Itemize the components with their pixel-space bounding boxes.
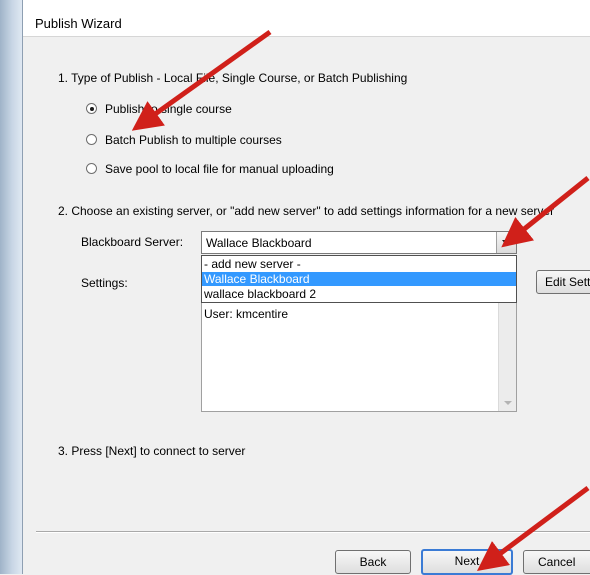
radio-single-course[interactable]	[86, 103, 97, 114]
step1-heading: 1. Type of Publish - Local File, Single …	[58, 71, 408, 85]
step3-heading: 3. Press [Next] to connect to server	[58, 444, 246, 458]
dropdown-item-wallace-blackboard[interactable]: Wallace Blackboard	[202, 272, 516, 286]
scroll-down-icon[interactable]	[504, 401, 512, 405]
dropdown-item-add-server[interactable]: - add new server -	[202, 257, 516, 271]
server-dropdown-list[interactable]: - add new server - Wallace Blackboard wa…	[201, 255, 517, 303]
step2-heading: 2. Choose an existing server, or "add ne…	[58, 204, 555, 218]
cancel-button[interactable]: Cancel	[523, 550, 590, 574]
chevron-down-icon[interactable]	[496, 232, 516, 253]
settings-label: Settings:	[81, 276, 128, 290]
server-combobox[interactable]: Wallace Blackboard	[201, 231, 517, 254]
server-combobox-value: Wallace Blackboard	[206, 236, 312, 250]
radio-batch-publish[interactable]	[86, 134, 97, 145]
dropdown-item-wallace-blackboard-2[interactable]: wallace blackboard 2	[202, 287, 516, 301]
settings-textbox[interactable]: User: kmcentire	[201, 303, 517, 412]
back-button[interactable]: Back	[335, 550, 411, 574]
settings-user-text: User: kmcentire	[204, 307, 289, 321]
radio-save-local[interactable]	[86, 163, 97, 174]
option-single-course-label[interactable]: Publish to single course	[105, 102, 232, 116]
server-label: Blackboard Server:	[81, 235, 184, 249]
option-batch-publish-label[interactable]: Batch Publish to multiple courses	[105, 133, 282, 147]
next-button[interactable]: Next	[421, 549, 513, 575]
footer-divider-highlight	[36, 532, 590, 533]
option-save-local-label[interactable]: Save pool to local file for manual uploa…	[105, 162, 334, 176]
edit-settings-button[interactable]: Edit Settings	[536, 270, 590, 294]
window-title: Publish Wizard	[35, 16, 122, 31]
window-frame-left	[0, 0, 23, 574]
settings-scrollbar[interactable]	[498, 303, 516, 411]
title-bar: Publish Wizard	[23, 0, 590, 37]
